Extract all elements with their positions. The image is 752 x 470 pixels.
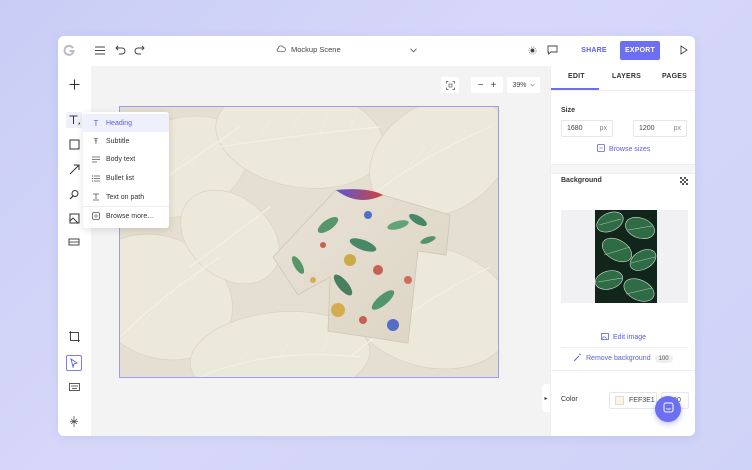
chevron-down-icon[interactable] xyxy=(408,45,418,55)
select-tool-icon[interactable] xyxy=(66,355,82,371)
menu-item-label: Body text xyxy=(106,155,136,163)
remove-background-label: Remove background xyxy=(586,355,651,362)
image-tool-icon[interactable] xyxy=(66,210,82,226)
redo-icon[interactable] xyxy=(133,44,145,56)
edit-image-icon xyxy=(601,333,609,342)
play-icon[interactable] xyxy=(678,44,690,56)
settings-icon[interactable] xyxy=(66,413,82,429)
chat-icon xyxy=(663,400,674,418)
chevron-down-icon xyxy=(529,82,535,89)
menu-item-heading[interactable]: T Heading xyxy=(83,114,169,132)
theme-toggle-icon[interactable] xyxy=(527,45,537,55)
artboard[interactable] xyxy=(119,106,499,378)
background-label: Background xyxy=(561,177,602,184)
browse-sizes-button[interactable]: Browse sizes xyxy=(597,144,650,154)
collapse-panel-toggle[interactable]: ▸ xyxy=(542,384,550,412)
magic-wand-icon xyxy=(573,353,582,364)
chevron-right-icon: ▸ xyxy=(544,395,548,402)
comment-icon[interactable] xyxy=(546,44,558,56)
table-tool-icon[interactable] xyxy=(66,234,82,250)
browse-icon xyxy=(91,212,101,220)
width-value: 1680 xyxy=(567,125,583,132)
text-t-icon: T xyxy=(93,118,99,128)
cloud-icon xyxy=(276,45,286,54)
menu-item-body-text[interactable]: Body text xyxy=(83,150,169,168)
text-path-icon xyxy=(91,193,101,201)
bullet-list-icon xyxy=(91,174,101,182)
leaf-thumbnail-image xyxy=(595,210,657,303)
menu-item-bullet-list[interactable]: Bullet list xyxy=(83,169,169,187)
color-hex-value: FEF3E1 xyxy=(629,397,655,404)
menu-item-label: Bullet list xyxy=(106,174,135,182)
zoom-level-select[interactable]: 39% xyxy=(507,77,540,93)
subtitle-icon: Ŧ xyxy=(93,136,99,146)
menu-icon[interactable] xyxy=(94,44,106,56)
scene-title-text: Mockup Scene xyxy=(291,45,341,54)
menu-item-subtitle[interactable]: Ŧ Subtitle xyxy=(83,132,169,150)
menu-item-label: Subtitle xyxy=(106,137,130,145)
frame-tool-icon[interactable] xyxy=(66,328,82,344)
tshirt-mockup-image xyxy=(272,189,451,344)
height-value: 1200 xyxy=(639,125,655,132)
size-label: Size xyxy=(561,107,576,114)
text-tool-icon[interactable] xyxy=(66,112,82,128)
chat-support-button[interactable] xyxy=(655,396,681,422)
undo-icon[interactable] xyxy=(114,44,126,56)
color-swatch[interactable] xyxy=(615,396,624,405)
divider xyxy=(551,370,695,371)
width-field[interactable]: 1680 px xyxy=(561,120,613,137)
zoom-controls: − + xyxy=(471,77,503,93)
app-logo-icon[interactable] xyxy=(62,43,76,57)
transparency-grid-icon[interactable] xyxy=(679,176,688,185)
divider xyxy=(561,347,688,348)
share-button[interactable]: SHARE xyxy=(574,41,614,60)
active-tab-indicator xyxy=(551,88,599,90)
section-gap xyxy=(551,165,695,173)
shape-tool-icon[interactable] xyxy=(66,136,82,152)
width-unit: px xyxy=(599,125,607,132)
menu-item-label: Browse more... xyxy=(106,212,154,220)
brush-tool-icon[interactable] xyxy=(66,186,82,202)
background-preview[interactable] xyxy=(561,210,688,303)
zoom-out-icon[interactable]: − xyxy=(478,80,484,91)
tab-edit[interactable]: EDIT xyxy=(568,73,585,80)
export-button[interactable]: EXPORT xyxy=(620,41,660,60)
edit-image-button[interactable]: Edit image xyxy=(561,330,688,345)
tab-pages[interactable]: PAGES xyxy=(662,73,687,80)
credits-badge: 100 xyxy=(654,354,673,363)
zoom-level-value: 39% xyxy=(512,81,527,89)
menu-item-label: Text on path xyxy=(106,193,145,201)
menu-item-browse-more[interactable]: Browse more... xyxy=(83,207,169,225)
properties-panel: EDIT LAYERS PAGES Size 1680 px 1200 px B… xyxy=(550,66,695,436)
browse-sizes-icon xyxy=(597,144,605,154)
top-bar: Mockup Scene SHARE EXPORT xyxy=(58,36,695,66)
menu-item-text-on-path[interactable]: Text on path xyxy=(83,188,169,206)
add-icon[interactable] xyxy=(66,76,82,92)
zoom-in-icon[interactable]: + xyxy=(491,80,497,91)
body-text-icon xyxy=(91,156,101,163)
tab-layers[interactable]: LAYERS xyxy=(612,73,641,80)
line-tool-icon[interactable] xyxy=(66,161,82,177)
app-window: Mockup Scene SHARE EXPORT − + 39% EDIT L… xyxy=(58,36,695,436)
fit-screen-icon[interactable] xyxy=(441,77,459,93)
browse-sizes-label: Browse sizes xyxy=(609,145,651,153)
panel-tabs: EDIT LAYERS PAGES xyxy=(551,66,695,91)
height-field[interactable]: 1200 px xyxy=(633,120,687,137)
keyboard-icon[interactable] xyxy=(66,379,82,395)
height-unit: px xyxy=(673,125,681,132)
edit-image-label: Edit image xyxy=(613,334,647,341)
menu-item-label: Heading xyxy=(106,119,133,127)
scene-title[interactable]: Mockup Scene xyxy=(276,45,341,54)
color-label: Color xyxy=(561,396,578,403)
divider xyxy=(551,173,695,174)
color-hex-field[interactable]: FEF3E1 xyxy=(609,392,657,409)
remove-background-button[interactable]: Remove background 100 xyxy=(561,350,688,365)
text-style-menu: T Heading Ŧ Subtitle Body text Bullet li… xyxy=(83,112,169,228)
